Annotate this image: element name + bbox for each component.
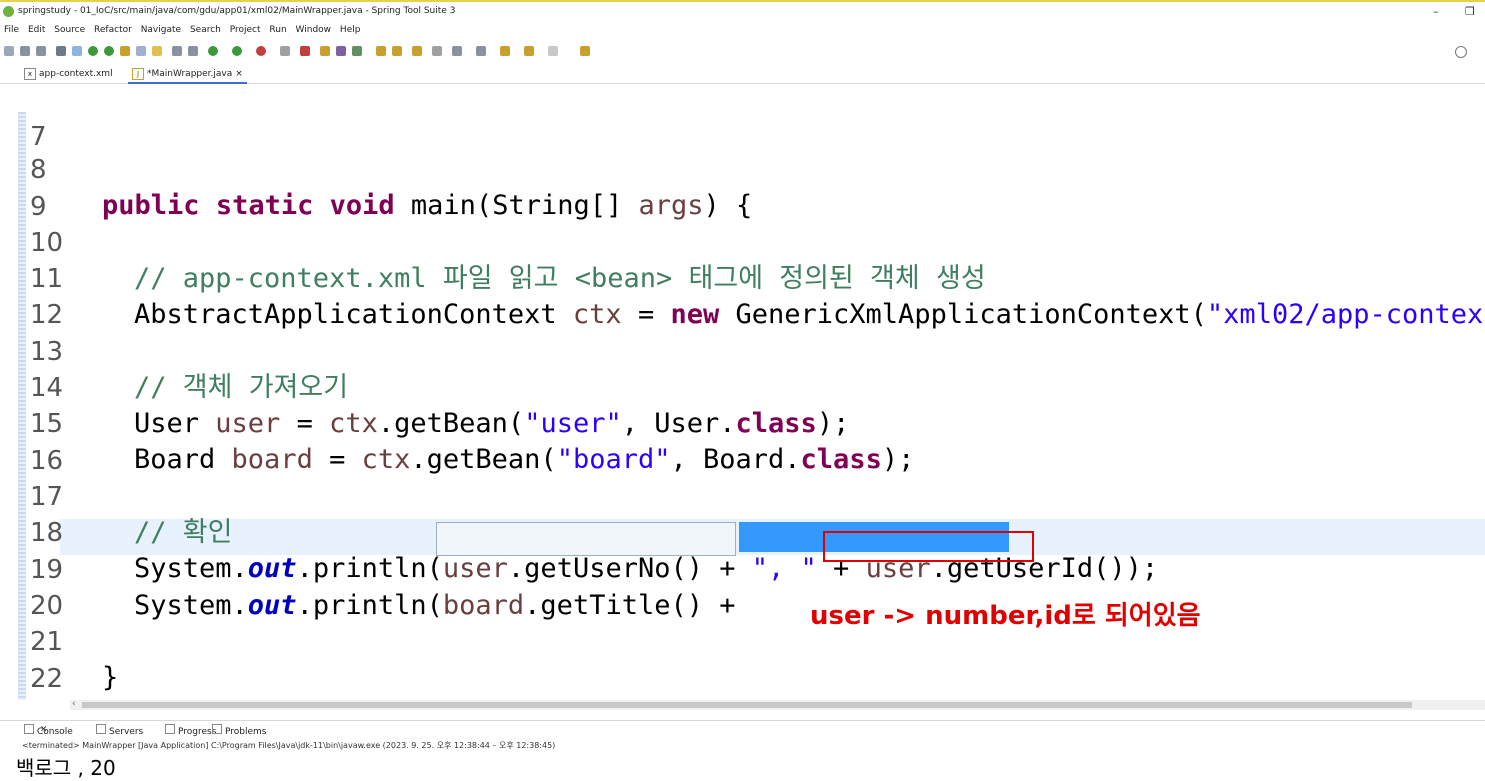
menu-bar: File Edit Source Refactor Navigate Searc… [0,22,1485,40]
menu-project[interactable]: Project [230,25,261,35]
last-edit-icon[interactable] [500,46,510,56]
code-line: 7 [0,83,1485,152]
menu-file[interactable]: File [4,25,19,35]
menu-edit[interactable]: Edit [28,25,45,35]
code-line: 12 [0,261,1485,330]
new-java-class-icon[interactable] [300,46,310,56]
open-type-icon[interactable] [320,46,330,56]
spring-icon[interactable] [120,46,130,56]
code-line: 21 } [0,588,1485,693]
console-status: <terminated> MainWrapper [Java Applicati… [22,741,556,750]
run-server-icon[interactable] [104,46,114,56]
code-line: 11 AbstractApplicationContext ctx = new … [0,225,1485,330]
code-line: 16 [0,407,1485,476]
menu-search[interactable]: Search [190,25,221,35]
next-annotation-icon[interactable] [452,46,462,56]
annotation-icon[interactable] [392,46,402,56]
window-titlebar: springstudy - 01_IoC/src/main/java/com/g… [0,0,1485,22]
tab-problems[interactable]: Problems [212,724,266,737]
menu-run[interactable]: Run [269,25,286,35]
main-toolbar [0,40,1485,62]
menu-source[interactable]: Source [54,25,85,35]
tab-progress[interactable]: Progress [165,724,216,737]
code-line: 20 [0,552,1485,621]
debug-server-icon[interactable] [88,46,98,56]
tab-mainwrapper-java[interactable]: J *MainWrapper.java × [128,66,247,84]
new-icon[interactable] [4,46,14,56]
code-line: 18 System.out.println(user.getUserNo() +… [0,479,1485,584]
menu-refactor[interactable]: Refactor [94,25,132,35]
window-title: springstudy - 01_IoC/src/main/java/com/g… [18,6,456,16]
code-line: 8 public static void main(String[] args)… [0,116,1485,221]
restore-button[interactable]: ❐ [1465,5,1475,18]
code-line-current: 19 System.out.println(board.getTitle() +… [0,516,1485,621]
run-icon[interactable] [232,46,242,56]
xml-file-icon: x [24,68,36,80]
external-tools-icon[interactable] [256,46,266,56]
show-whitespace-icon[interactable] [188,46,198,56]
progress-icon [165,724,175,734]
code-line: 14 User user = ctx.getBean("user", User.… [0,334,1485,439]
java-file-icon: J [132,68,144,80]
menu-navigate[interactable]: Navigate [141,25,181,35]
block-selection-icon[interactable] [172,46,182,56]
debug-icon[interactable] [208,46,218,56]
terminal-icon[interactable] [56,46,66,56]
editor-tab-bar: x app-context.xml J *MainWrapper.java × [0,63,1485,84]
toggle-icon[interactable] [72,46,82,56]
coverage-icon[interactable] [280,46,290,56]
save-all-icon[interactable] [36,46,46,56]
forward-icon[interactable] [548,46,558,56]
code-line: 13 // 객체 가져오기 [0,298,1485,403]
annotation-red-box [823,531,1034,562]
horizontal-scrollbar[interactable]: ‹ [70,699,1485,710]
code-line: 23 } [0,661,1485,703]
tab-label: app-context.xml [39,69,113,79]
pin-icon[interactable] [432,46,442,56]
code-line: 15 Board board = ctx.getBean("board", Bo… [0,370,1485,475]
close-icon[interactable]: × [235,69,243,79]
console-output: 백로그 , 20 [16,756,116,780]
minimize-button[interactable]: – [1433,5,1439,18]
search-tool-icon[interactable] [352,46,362,56]
tab-console[interactable]: Console × [24,724,73,737]
servers-icon [96,724,106,734]
task-icon[interactable] [136,46,146,56]
code-line: 10 // app-context.xml 파일 읽고 <bean> 태그에 정… [0,189,1485,294]
scroll-left-icon[interactable]: ‹ [72,699,76,709]
code-line: 17 // 확인 [0,443,1485,548]
open-task-icon[interactable] [336,46,346,56]
prev-annotation-icon[interactable] [476,46,486,56]
back-icon[interactable] [524,46,534,56]
problems-icon [212,724,222,734]
highlight-icon[interactable] [152,46,162,56]
tab-servers[interactable]: Servers [96,724,143,737]
pin-editor-icon[interactable] [580,46,590,56]
console-tab-bar: Console × Servers Progress Problems [0,720,1485,737]
menu-window[interactable]: Window [296,25,332,35]
code-line: 22 [0,625,1485,694]
pen-icon[interactable] [412,46,422,56]
code-editor[interactable]: 7 8 public static void main(String[] arg… [0,83,1485,703]
save-icon[interactable] [20,46,30,56]
console-icon [24,724,34,734]
line-number: 23 [30,697,70,703]
annotation-text: user -> number,id로 되어있음 [810,601,1201,631]
scrollbar-thumb[interactable] [82,702,1412,708]
tab-app-context-xml[interactable]: x app-context.xml [20,66,117,82]
menu-help[interactable]: Help [340,25,361,35]
code-line: 9 [0,153,1485,222]
spring-tool-suite-icon [3,6,14,17]
search-icon[interactable] [1455,46,1467,58]
tab-label: *MainWrapper.java [147,69,233,79]
open-folder-icon[interactable] [376,46,386,56]
